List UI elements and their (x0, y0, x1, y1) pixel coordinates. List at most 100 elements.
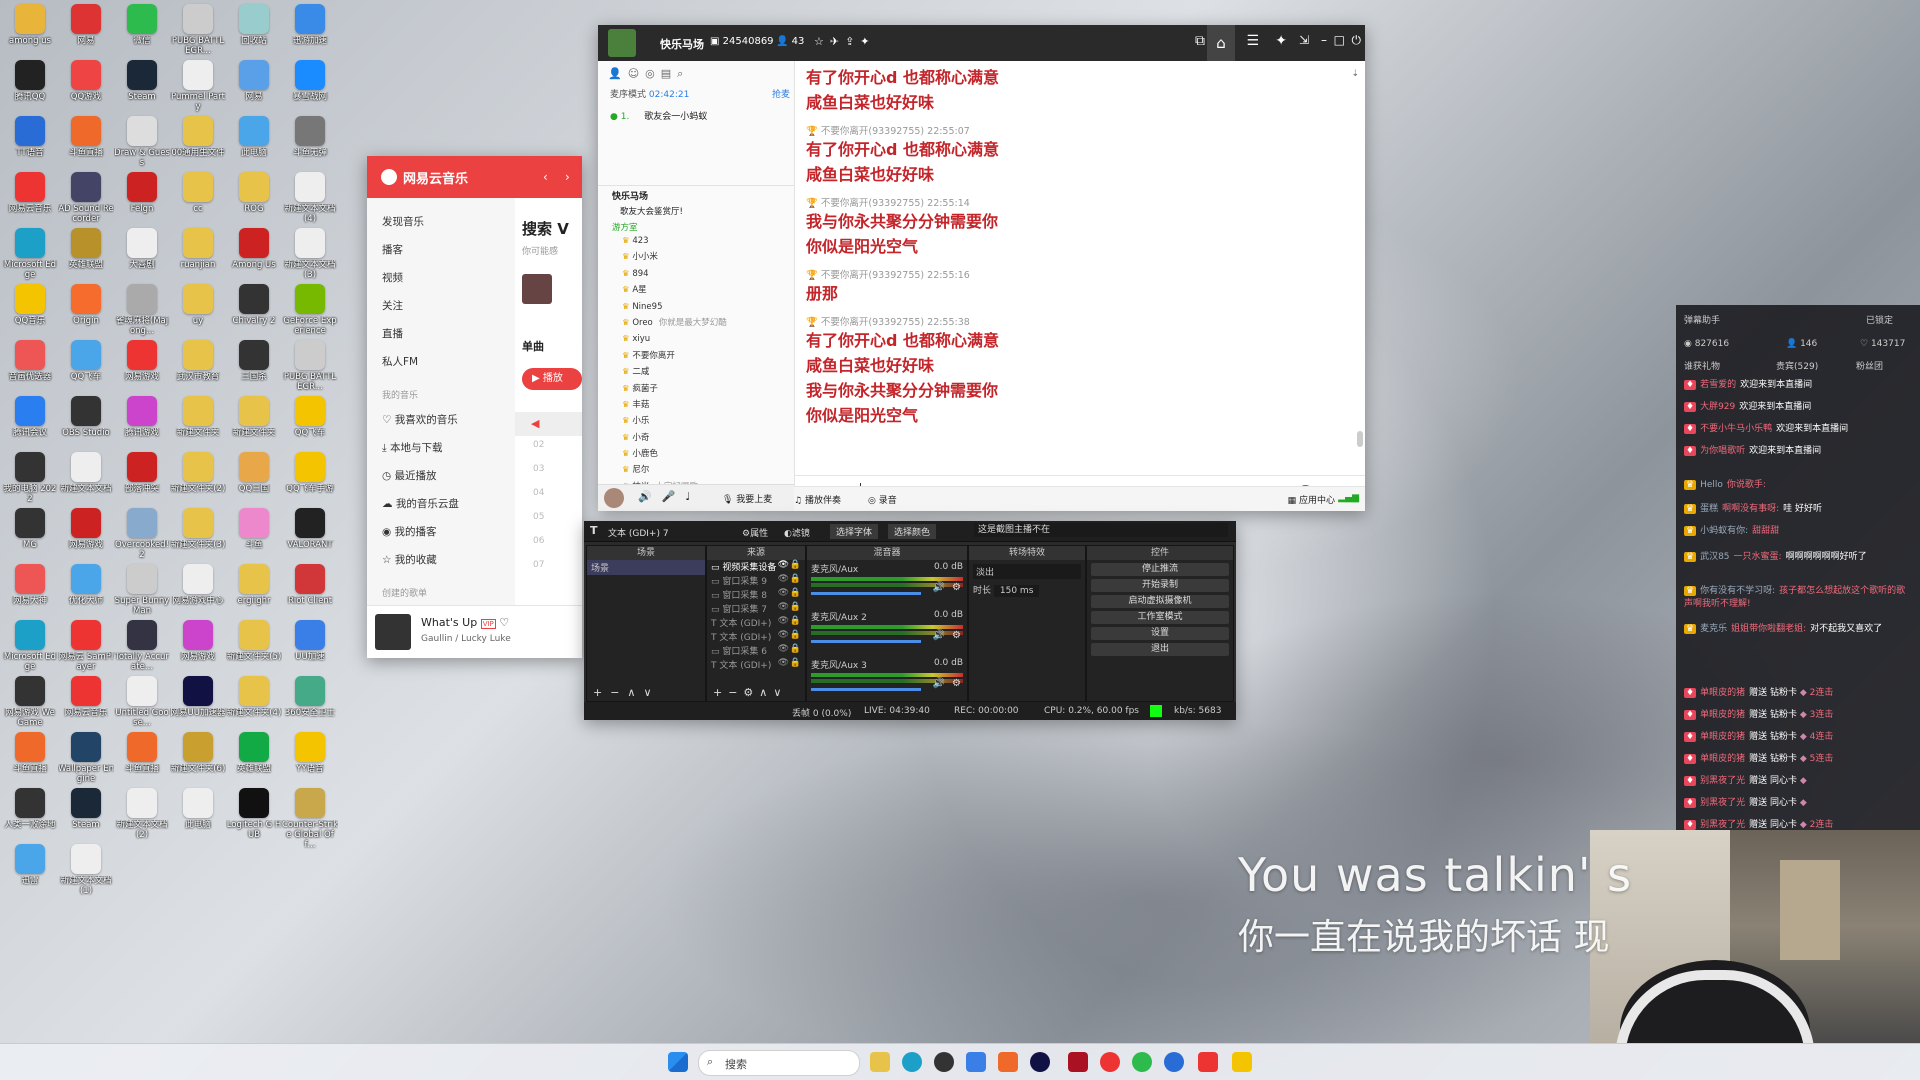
desktop-icon[interactable]: 斗鱼无弹 (282, 116, 338, 178)
desktop-icon[interactable]: among us (2, 4, 58, 66)
volume-slider[interactable] (811, 640, 921, 643)
desktop-icon[interactable]: 新建文件夹(4) (226, 676, 282, 738)
netease-music-window[interactable]: 网易云音乐 ‹ › 发现音乐 播客 视频 关注 直播 私人FM 我的音乐 ♡ 我… (367, 156, 582, 658)
desktop-icon[interactable]: Overcooked! 2 (114, 508, 170, 570)
lock-icon[interactable]: 🔒 (790, 644, 801, 654)
obs-icon[interactable] (934, 1052, 954, 1072)
desktop-icon[interactable]: 音画优选器 (2, 340, 58, 402)
user-list-item[interactable]: ♛ 小奇 (622, 430, 788, 446)
sidebar-item-liked[interactable]: ♡ 我喜欢的音乐 (382, 412, 458, 427)
desktop-icon[interactable]: 新建文件夹 (170, 396, 226, 458)
desktop-icon[interactable]: 回收站 (226, 4, 282, 66)
audio-control-icons[interactable]: 🔊🎤♩ (638, 490, 701, 503)
visibility-eye-icon[interactable]: 👁 (778, 644, 789, 654)
desktop-icon[interactable]: 此电脑 (170, 788, 226, 850)
lock-icon[interactable]: 🔒 (790, 574, 801, 584)
yy-voice-window[interactable]: 快乐马场 ▣ 24540869 👤 43 ☆✈⇪✦ ⧉ ⌂ ☰ ✦ ⇲ – □ … (598, 25, 1365, 511)
desktop-icon[interactable]: 网易游戏 (170, 620, 226, 682)
desktop-icon[interactable]: 新建文本文档(1) (58, 844, 114, 906)
gamepad-icon[interactable]: ✦ (1275, 33, 1287, 49)
visibility-eye-icon[interactable]: 👁 (778, 616, 789, 626)
desktop-icon[interactable]: 网易云 SamPlayer (58, 620, 114, 682)
duration-input[interactable]: 150 ms (993, 585, 1040, 597)
desktop-icon[interactable]: 网易大神 (2, 564, 58, 626)
desktop-icon[interactable]: 新建文本文档(4) (282, 172, 338, 234)
desktop-icon[interactable]: 网易云音乐 (58, 676, 114, 738)
desktop-icon[interactable]: 斗鱼 (226, 508, 282, 570)
desktop-icon[interactable]: 腾讯游戏 (114, 396, 170, 458)
desktop-icon[interactable]: Wallpaper Engine (58, 732, 114, 794)
desktop-icon[interactable]: PUBG BATTLEGR... (170, 4, 226, 66)
desktop-icon[interactable]: QQ三国 (226, 452, 282, 514)
user-list-item[interactable]: ♛ xiyu (622, 331, 788, 347)
track-number[interactable]: 03 (533, 464, 544, 474)
desktop-icon[interactable]: 武汉市教育 (170, 340, 226, 402)
sidebar-item-fm[interactable]: 私人FM (382, 354, 418, 369)
desktop-icon[interactable]: 暴雪战网 (282, 60, 338, 122)
control-button[interactable]: 退出 (1091, 643, 1229, 656)
track-number[interactable]: 07 (533, 560, 544, 570)
desktop-icon[interactable]: 00通用生文件 (170, 116, 226, 178)
desktop-icon[interactable]: Steam (114, 60, 170, 122)
title-actions[interactable]: ☆✈⇪✦ (814, 35, 876, 48)
desktop-icon[interactable]: Steam (58, 788, 114, 850)
desktop-icon[interactable]: OBS Studio (58, 396, 114, 458)
self-avatar[interactable] (604, 488, 624, 508)
visibility-eye-icon[interactable]: 👁 (778, 560, 789, 570)
sidebar-item-collection[interactable]: ☆ 我的收藏 (382, 552, 437, 567)
desktop-icon[interactable]: Felgn (114, 172, 170, 234)
source-item[interactable]: T 文本 (GDI+) 👁 🔒 (707, 658, 805, 672)
tab-vip[interactable]: 贵宾(529) (1776, 359, 1818, 372)
visibility-eye-icon[interactable]: 👁 (778, 658, 789, 668)
user-list-item[interactable]: ♛ Oreo 你就是最大梦幻酷 (622, 315, 788, 331)
record-button[interactable]: ◎ 录音 (868, 493, 897, 506)
desktop-icon[interactable]: 网易游戏 WeGame (2, 676, 58, 738)
user-list-item[interactable]: ♛ 丰菇 (622, 397, 788, 413)
mixer-gear-icon[interactable]: ⚙ (952, 582, 961, 593)
desktop-icon[interactable]: Logitech G HUB (226, 788, 282, 850)
volume-slider[interactable] (811, 592, 921, 595)
taskbar-search[interactable]: ⌕ 搜索 (698, 1050, 860, 1076)
desktop-icon[interactable]: 新建文本文档(2) (114, 788, 170, 850)
scroll-bottom-icon[interactable]: ⇣ (1351, 69, 1359, 79)
desktop-icon[interactable]: QQ飞车 (58, 340, 114, 402)
edge-icon[interactable] (902, 1052, 922, 1072)
desktop-icon[interactable]: 网易云音乐 (2, 172, 58, 234)
control-button[interactable]: 开始录制 (1091, 579, 1229, 592)
text-value-field[interactable]: 这是截图主播不在 (974, 523, 1228, 537)
visibility-eye-icon[interactable]: 👁 (778, 574, 789, 584)
scene-item[interactable]: 场景 (587, 560, 705, 575)
heart-icon[interactable]: ♡ (499, 616, 509, 629)
control-button[interactable]: 工作室模式 (1091, 611, 1229, 624)
desktop-icon[interactable]: 迅雷 (2, 844, 58, 906)
desktop-icon[interactable]: MG (2, 508, 58, 570)
speaker-icon[interactable]: 🔊 (933, 582, 945, 593)
sidebar-item-mypodcast[interactable]: ◉ 我的播客 (382, 524, 437, 539)
app-icon-5[interactable] (1164, 1052, 1184, 1072)
forward-arrow-icon[interactable]: › (565, 170, 570, 184)
mixer-gear-icon[interactable]: ⚙ (952, 678, 961, 689)
yy-taskbar-icon[interactable] (1232, 1052, 1252, 1072)
desktop-icon[interactable]: Microsoft Edge (2, 228, 58, 290)
app-icon-3[interactable] (1068, 1052, 1088, 1072)
desktop-icon[interactable]: 部落冲突 (114, 452, 170, 514)
desktop-icon[interactable]: Super Bunny Man (114, 564, 170, 626)
desktop-icon[interactable]: 大喜剧 (114, 228, 170, 290)
channel-tool-icons[interactable]: 👤☺◎▤⌕ (608, 67, 689, 81)
desktop-icon[interactable]: Pummel Party (170, 60, 226, 122)
desktop-icon[interactable]: 优化大师 (58, 564, 114, 626)
source-item[interactable]: T 文本 (GDI+) 👁 🔒 (707, 630, 805, 644)
lock-icon[interactable]: 🔒 (790, 630, 801, 640)
app-icon-2[interactable] (1030, 1052, 1050, 1072)
track-number[interactable]: 02 (533, 440, 544, 450)
desktop-icon[interactable]: 斗鱼直播 (114, 732, 170, 794)
wechat-icon[interactable] (1132, 1052, 1152, 1072)
lock-icon[interactable]: 🔒 (790, 658, 801, 668)
desktop-icon[interactable]: 网易 (226, 60, 282, 122)
album-art[interactable] (375, 614, 411, 650)
desktop-icon[interactable]: PUBG BATTLEGR... (282, 340, 338, 402)
desktop-icon[interactable]: AD Sound Recorder (58, 172, 114, 234)
tab-gifts[interactable]: 谁获礼物 (1684, 359, 1720, 372)
start-icon[interactable] (668, 1052, 688, 1072)
user-list-item[interactable]: ♛ 423 (622, 233, 788, 249)
